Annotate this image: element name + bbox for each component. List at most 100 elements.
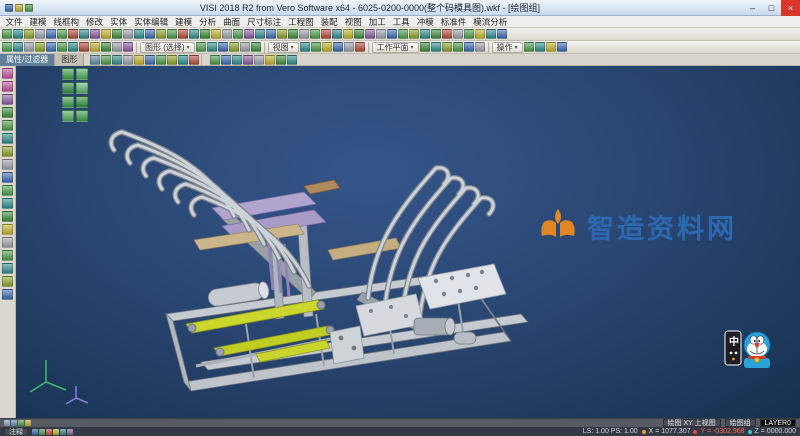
toolbar-icon[interactable] bbox=[76, 96, 88, 108]
toolbar-icon[interactable] bbox=[76, 68, 88, 80]
toolbar-icon[interactable] bbox=[210, 55, 220, 65]
toolbar-icon[interactable] bbox=[2, 289, 13, 300]
toolbar-icon[interactable] bbox=[2, 107, 13, 118]
toolbar-icon[interactable] bbox=[2, 94, 13, 105]
toolbar-icon[interactable] bbox=[240, 42, 250, 52]
toolbar-icon[interactable] bbox=[2, 172, 13, 183]
toolbar-icon[interactable] bbox=[420, 29, 430, 39]
toolbar-icon[interactable] bbox=[332, 29, 342, 39]
toolbar-icon[interactable] bbox=[277, 29, 287, 39]
close-button[interactable]: × bbox=[781, 0, 800, 16]
toolbar-icon[interactable] bbox=[2, 276, 13, 287]
toolbar-icon[interactable] bbox=[420, 42, 430, 52]
toolbar-icon[interactable] bbox=[68, 42, 78, 52]
toolbar-icon[interactable] bbox=[299, 29, 309, 39]
toolbar-icon[interactable] bbox=[244, 29, 254, 39]
menu-item[interactable]: 修改 bbox=[83, 16, 107, 28]
view-group-dropdown[interactable]: 视图 ▾ bbox=[268, 42, 299, 53]
toolbar-icon[interactable] bbox=[62, 82, 74, 94]
toolbar-icon[interactable] bbox=[207, 42, 217, 52]
toolbar-icon[interactable] bbox=[333, 42, 343, 52]
toolbar-icon[interactable] bbox=[2, 81, 13, 92]
menu-item[interactable]: 分析 bbox=[196, 16, 220, 28]
toolbar-icon[interactable] bbox=[254, 55, 264, 65]
toolbar-icon[interactable] bbox=[35, 42, 45, 52]
toolbar-icon[interactable] bbox=[221, 55, 231, 65]
drawing-group-indicator[interactable]: 绘图组 bbox=[725, 419, 756, 427]
toolbar-icon[interactable] bbox=[218, 42, 228, 52]
toolbar-icon[interactable] bbox=[145, 55, 155, 65]
toolbar-icon[interactable] bbox=[13, 42, 23, 52]
toolbar-icon[interactable] bbox=[112, 55, 122, 65]
toolbar-icon[interactable] bbox=[46, 29, 56, 39]
toolbar-icon[interactable] bbox=[266, 29, 276, 39]
toolbar-icon[interactable] bbox=[276, 55, 286, 65]
toolbar-icon[interactable] bbox=[497, 29, 507, 39]
toolbar-icon[interactable] bbox=[475, 29, 485, 39]
toolbar-icon[interactable] bbox=[322, 42, 332, 52]
toolbar-icon[interactable] bbox=[255, 29, 265, 39]
toolbar-icon[interactable] bbox=[557, 42, 567, 52]
menu-item[interactable]: 建模 bbox=[172, 16, 196, 28]
menu-item[interactable]: 工具 bbox=[389, 16, 413, 28]
note-toggle[interactable]: 注释 bbox=[4, 428, 28, 436]
operations-group-dropdown[interactable]: 操作 ▾ bbox=[492, 42, 523, 53]
toolbar-icon[interactable] bbox=[453, 29, 463, 39]
toolbar-icon[interactable] bbox=[2, 146, 13, 157]
toolbar-icon[interactable] bbox=[67, 429, 73, 435]
toolbar-icon[interactable] bbox=[178, 55, 188, 65]
toolbar-icon[interactable] bbox=[90, 55, 100, 65]
toolbar-icon[interactable] bbox=[524, 42, 534, 52]
toolbar-icon[interactable] bbox=[442, 42, 452, 52]
toolbar-icon[interactable] bbox=[251, 42, 261, 52]
toolbar-icon[interactable] bbox=[355, 42, 365, 52]
maximize-button[interactable]: □ bbox=[762, 0, 781, 16]
tab-graphics[interactable]: 图形 bbox=[55, 54, 84, 66]
toolbar-icon[interactable] bbox=[431, 29, 441, 39]
toolbar-icon[interactable] bbox=[123, 55, 133, 65]
toolbar-icon[interactable] bbox=[123, 42, 133, 52]
toolbar-icon[interactable] bbox=[2, 42, 12, 52]
toolbar-icon[interactable] bbox=[112, 29, 122, 39]
toolbar-icon[interactable] bbox=[376, 29, 386, 39]
toolbar-icon[interactable] bbox=[2, 250, 13, 261]
menu-item[interactable]: 曲面 bbox=[220, 16, 244, 28]
toolbar-icon[interactable] bbox=[431, 42, 441, 52]
menu-item[interactable]: 实体编辑 bbox=[131, 16, 172, 28]
menu-item[interactable]: 冲模 bbox=[413, 16, 437, 28]
toolbar-icon[interactable] bbox=[134, 55, 144, 65]
menu-item[interactable]: 视图 bbox=[341, 16, 365, 28]
toolbar-icon[interactable] bbox=[343, 29, 353, 39]
toolbar-icon[interactable] bbox=[62, 68, 74, 80]
toolbar-icon[interactable] bbox=[288, 29, 298, 39]
toolbar-icon[interactable] bbox=[11, 420, 17, 426]
toolbar-icon[interactable] bbox=[18, 420, 24, 426]
toolbar-icon[interactable] bbox=[123, 29, 133, 39]
toolbar-icon[interactable] bbox=[101, 42, 111, 52]
toolbar-icon[interactable] bbox=[156, 29, 166, 39]
toolbar-icon[interactable] bbox=[2, 68, 13, 79]
toolbar-icon[interactable] bbox=[167, 29, 177, 39]
menu-item[interactable]: 工程图 bbox=[285, 16, 318, 28]
toolbar-icon[interactable] bbox=[57, 29, 67, 39]
toolbar-icon[interactable] bbox=[90, 42, 100, 52]
toolbar-icon[interactable] bbox=[387, 29, 397, 39]
toolbar-icon[interactable] bbox=[156, 55, 166, 65]
menu-item[interactable]: 模流分析 bbox=[470, 16, 511, 28]
menu-item[interactable]: 加工 bbox=[365, 16, 389, 28]
toolbar-icon[interactable] bbox=[200, 29, 210, 39]
toolbar-icon[interactable] bbox=[60, 429, 66, 435]
toolbar-icon[interactable] bbox=[464, 42, 474, 52]
toolbar-icon[interactable] bbox=[68, 29, 78, 39]
toolbar-icon[interactable] bbox=[475, 42, 485, 52]
toolbar-icon[interactable] bbox=[189, 29, 199, 39]
toolbar-icon[interactable] bbox=[24, 29, 34, 39]
toolbar-icon[interactable] bbox=[76, 110, 88, 122]
toolbar-icon[interactable] bbox=[321, 29, 331, 39]
toolbar-icon[interactable] bbox=[196, 42, 206, 52]
toolbar-icon[interactable] bbox=[2, 120, 13, 131]
toolbar-icon[interactable] bbox=[409, 29, 419, 39]
toolbar-icon[interactable] bbox=[2, 198, 13, 209]
toolbar-icon[interactable] bbox=[167, 55, 177, 65]
toolbar-icon[interactable] bbox=[2, 237, 13, 248]
